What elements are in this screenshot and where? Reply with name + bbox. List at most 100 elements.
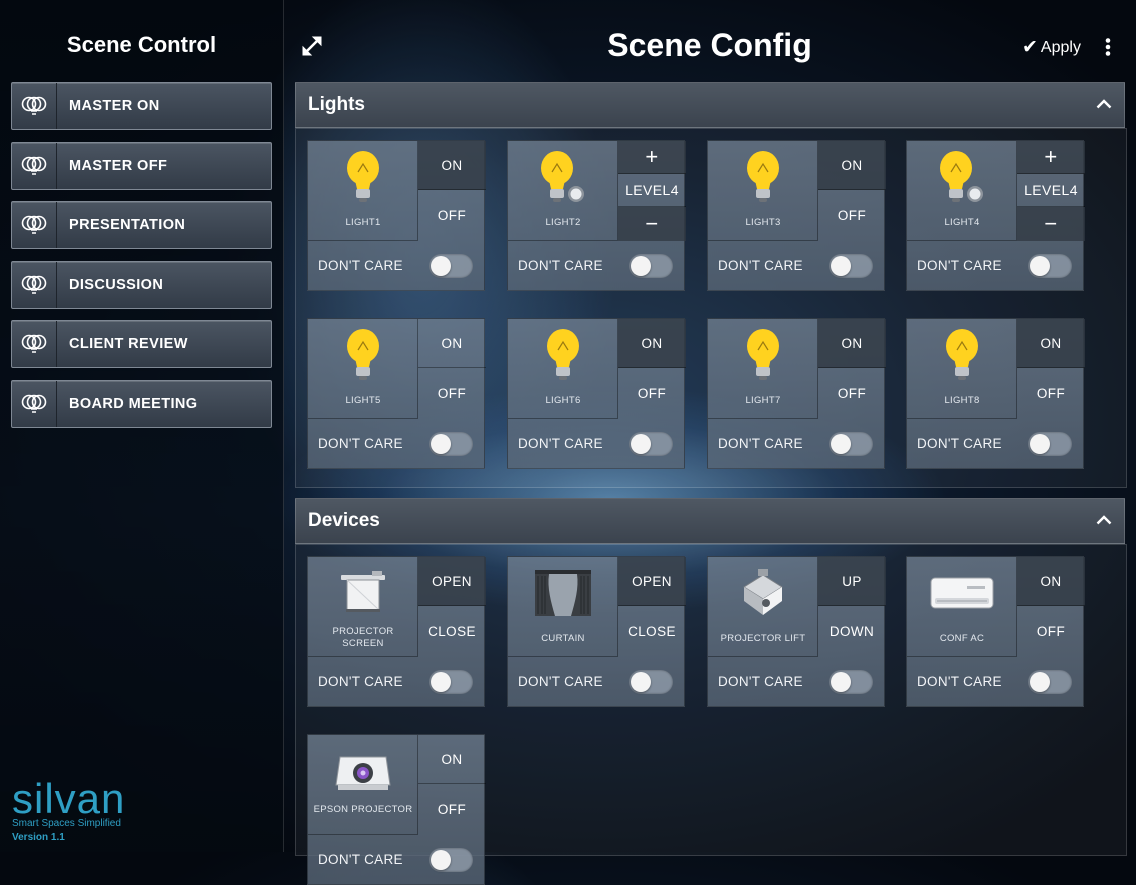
dont-care-toggle[interactable] <box>429 847 473 872</box>
toggle-knob <box>431 849 451 870</box>
lightbulb-icon <box>708 325 818 387</box>
dont-care-label: DON'T CARE <box>917 436 1002 451</box>
light-tile-body[interactable]: LIGHT5 <box>308 319 418 419</box>
devices-section-header[interactable]: Devices <box>295 498 1125 544</box>
dont-care-toggle[interactable] <box>1028 669 1072 694</box>
light-tile-body[interactable]: LIGHT7 <box>708 319 818 419</box>
dont-care-toggle[interactable] <box>429 431 473 456</box>
scene-discussion-button[interactable]: DISCUSSION <box>11 260 272 309</box>
dont-care-toggle[interactable] <box>829 431 873 456</box>
chevron-up-icon[interactable] <box>1096 512 1124 530</box>
on-button[interactable]: ON <box>818 141 886 190</box>
checkmark-icon: ✔ <box>1022 37 1038 58</box>
scene-list: MASTER ON MASTER OFF PRESENTATION DISCUS… <box>11 82 272 439</box>
level-increase-button[interactable]: + <box>1017 141 1085 174</box>
off-button[interactable]: OFF <box>418 784 486 835</box>
dont-care-label: DON'T CARE <box>917 258 1002 273</box>
close-button[interactable]: CLOSE <box>418 606 486 657</box>
device-tile-body[interactable]: EPSON PROJECTOR <box>308 735 418 835</box>
level-increase-button[interactable]: + <box>618 141 686 174</box>
brand-logo: silvan Smart Spaces Simplified Version 1… <box>12 778 125 844</box>
scene-client-review-button[interactable]: CLIENT REVIEW <box>11 320 272 368</box>
scene-presentation-button[interactable]: PRESENTATION <box>11 201 272 249</box>
off-button[interactable]: OFF <box>418 190 486 241</box>
apply-button[interactable]: ✔ Apply <box>1022 36 1081 59</box>
light-tile-body[interactable]: LIGHT8 <box>907 319 1017 419</box>
sidebar: Scene Control MASTER ON MASTER OFF PRESE… <box>0 0 284 852</box>
down-button[interactable]: DOWN <box>818 606 886 657</box>
dont-care-toggle[interactable] <box>829 253 873 278</box>
light-tile-body[interactable]: LIGHT2 <box>508 141 618 241</box>
dont-care-label: DON'T CARE <box>518 258 603 273</box>
dont-care-toggle[interactable] <box>629 431 673 456</box>
dont-care-row: DON'T CARE <box>708 419 884 468</box>
device-name: EPSON PROJECTOR <box>313 804 413 815</box>
off-button[interactable]: OFF <box>618 368 686 419</box>
scene-master-on-button[interactable]: MASTER ON <box>11 82 272 130</box>
dont-care-row: DON'T CARE <box>907 657 1083 706</box>
off-button[interactable]: OFF <box>818 368 886 419</box>
chevron-up-icon[interactable] <box>1096 96 1124 114</box>
open-button[interactable]: OPEN <box>618 557 686 606</box>
light-tile-body[interactable]: LIGHT3 <box>708 141 818 241</box>
dont-care-row: DON'T CARE <box>308 241 484 290</box>
on-button[interactable]: ON <box>618 319 686 368</box>
scene-board-meeting-button[interactable]: BOARD MEETING <box>11 379 272 428</box>
dont-care-toggle[interactable] <box>1028 431 1072 456</box>
dont-care-row: DON'T CARE <box>907 241 1083 290</box>
off-button[interactable]: OFF <box>1017 606 1085 657</box>
dont-care-toggle[interactable] <box>629 253 673 278</box>
light-tile: LIGHT2 + LEVEL4 − DON'T CARE <box>507 140 686 291</box>
dont-care-label: DON'T CARE <box>318 436 403 451</box>
open-button[interactable]: OPEN <box>418 557 486 606</box>
dont-care-toggle[interactable] <box>429 669 473 694</box>
light-tile: LIGHT6 ON OFF DON'T CARE <box>507 318 686 469</box>
device-name: PROJECTOR LIFT <box>720 633 806 644</box>
on-button[interactable]: ON <box>1017 557 1085 606</box>
scene-bulbs-icon <box>12 380 57 427</box>
dont-care-row: DON'T CARE <box>308 657 484 706</box>
toggle-knob <box>831 255 851 276</box>
off-button[interactable]: OFF <box>418 368 486 419</box>
light-tile-body[interactable]: LIGHT6 <box>508 319 618 419</box>
apply-label: Apply <box>1040 38 1081 56</box>
light-tile-body[interactable]: LIGHT4 <box>907 141 1017 241</box>
dont-care-toggle[interactable] <box>429 253 473 278</box>
close-button[interactable]: CLOSE <box>618 606 686 657</box>
light-name: LIGHT8 <box>944 395 980 406</box>
dont-care-row: DON'T CARE <box>308 419 484 468</box>
scene-bulbs-icon <box>12 83 57 129</box>
device-tile-body[interactable]: CURTAIN <box>508 557 618 657</box>
level-decrease-button[interactable]: − <box>1017 207 1085 241</box>
level-decrease-button[interactable]: − <box>618 207 686 241</box>
light-name: LIGHT3 <box>745 217 781 228</box>
on-button[interactable]: ON <box>1017 319 1085 368</box>
up-button[interactable]: UP <box>818 557 886 606</box>
light-tile-body[interactable]: LIGHT1 <box>308 141 418 241</box>
light-name: LIGHT2 <box>545 217 581 228</box>
device-tile: CONF AC ON OFF DON'T CARE <box>906 556 1085 707</box>
dont-care-label: DON'T CARE <box>718 258 803 273</box>
toggle-knob <box>831 433 851 454</box>
on-button[interactable]: ON <box>418 735 486 784</box>
device-tile-body[interactable]: PROJECTOR SCREEN <box>308 557 418 657</box>
more-options-icon[interactable] <box>1104 38 1112 61</box>
lights-section-header[interactable]: Lights <box>295 82 1125 128</box>
scene-master-off-button[interactable]: MASTER OFF <box>11 141 272 190</box>
dont-care-toggle[interactable] <box>629 669 673 694</box>
toggle-knob <box>431 433 451 454</box>
on-button[interactable]: ON <box>418 141 486 190</box>
off-button[interactable]: OFF <box>818 190 886 241</box>
toggle-knob <box>631 671 651 692</box>
dont-care-toggle[interactable] <box>1028 253 1072 278</box>
scene-bulbs-icon <box>12 202 57 248</box>
device-tile-body[interactable]: PROJECTOR LIFT <box>708 557 818 657</box>
device-tile: PROJECTOR LIFT UP DOWN DON'T CARE <box>707 556 886 707</box>
device-tile-body[interactable]: CONF AC <box>907 557 1017 657</box>
on-button[interactable]: ON <box>818 319 886 368</box>
dont-care-toggle[interactable] <box>829 669 873 694</box>
dont-care-label: DON'T CARE <box>318 852 403 867</box>
on-button[interactable]: ON <box>418 319 486 368</box>
off-button[interactable]: OFF <box>1017 368 1085 419</box>
dont-care-row: DON'T CARE <box>308 835 484 884</box>
